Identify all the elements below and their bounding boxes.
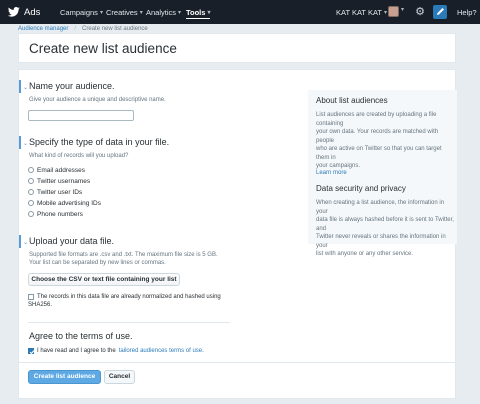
breadcrumb: Audience manager / Create new list audie… (18, 24, 148, 33)
hashed-checkbox-row[interactable]: The records in this data file are alread… (28, 292, 221, 301)
name-section-hint: Give your audience a unique and descript… (29, 97, 166, 103)
hashed-checkbox[interactable] (28, 293, 34, 300)
radio-circle[interactable] (28, 211, 34, 217)
radio-circle[interactable] (28, 178, 34, 184)
nav-creatives[interactable]: Creatives ▾ (106, 0, 143, 24)
page-header: Create new list audience (18, 33, 456, 63)
radio-twitter-user-ids[interactable]: Twitter user IDs (28, 187, 82, 197)
radio-circle[interactable] (28, 200, 34, 206)
nav-analytics[interactable]: Analytics ▾ (146, 0, 181, 24)
radio-circle[interactable] (28, 189, 34, 195)
hashed-checkbox-label-cont: SHA256. (28, 302, 53, 308)
chevron-down-icon: ▾ (99, 9, 103, 16)
help-link[interactable]: Help? (457, 0, 477, 24)
breadcrumb-audience-manager[interactable]: Audience manager (18, 26, 68, 32)
chevron-down-icon[interactable]: ⌄ (23, 140, 28, 147)
account-menu[interactable]: KAT KAT KAT ▾ (336, 0, 387, 24)
nav-campaigns[interactable]: Campaigns ▾ (60, 0, 103, 24)
nav-tools-label: Tools (186, 7, 206, 17)
chevron-down-icon[interactable]: ▾ (401, 6, 404, 13)
chevron-down-icon[interactable]: ⌄ (23, 239, 28, 246)
breadcrumb-separator: / (74, 25, 77, 32)
about-line: who are active on Twitter so that you ca… (316, 146, 442, 161)
chevron-down-icon[interactable]: ⌄ (23, 84, 28, 91)
create-list-audience-button[interactable]: Create list audience (28, 370, 101, 384)
cancel-button[interactable]: Cancel (104, 370, 135, 384)
type-section-title: Specify the type of data in your file. (29, 137, 170, 147)
about-line: your own data. Your records are matched … (316, 129, 439, 144)
radio-email-addresses[interactable]: Email addresses (28, 165, 85, 175)
security-title: Data security and privacy (316, 184, 406, 193)
chevron-down-icon: ▾ (178, 9, 182, 16)
security-line: data file is always hashed before it is … (316, 217, 454, 232)
nav-analytics-label: Analytics (146, 7, 177, 17)
audience-name-input[interactable] (28, 110, 134, 121)
terms-checkbox[interactable] (28, 347, 35, 354)
chevron-down-icon: ▾ (139, 9, 143, 16)
radio-mobile-advertising-ids[interactable]: Mobile advertising IDs (28, 198, 101, 208)
avatar[interactable] (388, 6, 399, 17)
compose-button[interactable] (433, 5, 447, 19)
upload-section-title: Upload your data file. (29, 236, 115, 246)
compose-icon (437, 8, 444, 15)
choose-file-button[interactable]: Choose the CSV or text file containing y… (28, 273, 180, 286)
upload-section-hint-2: Your list can be separated by new lines … (29, 260, 166, 266)
security-body: When creating a list audience, the infor… (316, 199, 454, 259)
section-divider (28, 322, 230, 323)
nav-campaigns-label: Campaigns (60, 7, 98, 17)
account-name: KAT KAT KAT (336, 7, 382, 17)
name-section-title: Name your audience. (29, 81, 115, 91)
upload-section-hint-1: Supported file formats are .csv and .txt… (29, 252, 218, 258)
radio-label: Mobile advertising IDs (37, 199, 101, 207)
footer-divider (19, 362, 455, 363)
data-security-panel: Data security and privacy When creating … (308, 177, 457, 257)
breadcrumb-current: Create new list audience (82, 25, 148, 32)
chevron-down-icon: ▾ (207, 9, 211, 16)
brand-label: Ads (24, 6, 41, 18)
radio-phone-numbers[interactable]: Phone numbers (28, 209, 83, 219)
about-body: List audiences are created by uploading … (316, 111, 454, 171)
gear-icon[interactable]: ⚙ (413, 5, 427, 19)
terms-checkbox-row[interactable]: I have read and I agree to the tailored … (28, 346, 204, 355)
radio-circle[interactable] (28, 167, 34, 173)
nav-creatives-label: Creatives (106, 7, 138, 17)
terms-label: I have read and I agree to the (37, 347, 116, 354)
security-line: When creating a list audience, the infor… (316, 200, 445, 215)
section-accent (19, 80, 21, 93)
terms-section-title: Agree to the terms of use. (29, 331, 133, 341)
radio-twitter-usernames[interactable]: Twitter usernames (28, 176, 90, 186)
about-list-audiences-panel: About list audiences List audiences are … (308, 90, 457, 182)
nav-tools[interactable]: Tools ▾ (186, 0, 211, 24)
chevron-down-icon: ▾ (384, 9, 388, 16)
check-icon (29, 349, 35, 354)
radio-label: Email addresses (37, 166, 86, 174)
hashed-checkbox-label: The records in this data file are alread… (37, 293, 221, 300)
about-line: List audiences are created by uploading … (316, 112, 437, 127)
section-accent (19, 136, 21, 149)
twitter-bird-icon (8, 7, 20, 17)
security-line: Twitter never reveals or shares the info… (316, 234, 446, 249)
terms-of-use-link[interactable]: tailored audiences terms of use. (119, 348, 204, 354)
radio-label: Twitter usernames (37, 177, 91, 185)
security-line: list with anyone or any other service. (316, 251, 414, 257)
page-title: Create new list audience (29, 41, 177, 56)
top-navigation-bar: Ads Campaigns ▾ Creatives ▾ Analytics ▾ Too… (0, 0, 480, 24)
ads-home-link[interactable]: Ads (8, 5, 40, 19)
type-section-hint: What kind of records will you upload? (29, 153, 129, 159)
about-title: About list audiences (316, 96, 388, 105)
radio-label: Twitter user IDs (37, 188, 83, 196)
section-accent (19, 235, 21, 248)
radio-label: Phone numbers (37, 210, 83, 218)
